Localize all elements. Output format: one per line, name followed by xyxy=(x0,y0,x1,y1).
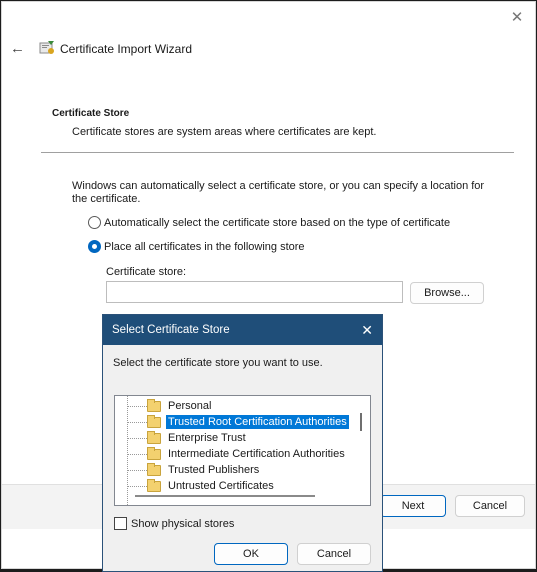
folder-icon xyxy=(147,462,161,476)
tree-item[interactable]: Intermediate Certification Authorities xyxy=(115,446,347,462)
tree-item[interactable]: Untrusted Certificates xyxy=(115,478,276,494)
dialog-cancel-button[interactable]: Cancel xyxy=(297,543,371,565)
dialog-close-icon[interactable]: ✕ xyxy=(361,315,373,345)
vertical-scrollbar-thumb[interactable] xyxy=(360,413,362,431)
divider xyxy=(41,152,514,153)
cancel-button[interactable]: Cancel xyxy=(455,495,525,517)
dialog-titlebar: Select Certificate Store ✕ xyxy=(103,315,382,345)
close-icon[interactable]: ✕ xyxy=(509,10,525,26)
section-title: Certificate Store xyxy=(52,108,130,119)
folder-icon xyxy=(147,414,161,428)
tree-item[interactable]: Trusted Publishers xyxy=(115,462,261,478)
show-physical-label[interactable]: Show physical stores xyxy=(131,518,234,530)
folder-icon xyxy=(147,398,161,412)
radio-auto-label[interactable]: Automatically select the certificate sto… xyxy=(104,217,450,229)
tree-item-label[interactable]: Personal xyxy=(166,399,213,413)
dialog-prompt: Select the certificate store you want to… xyxy=(113,357,323,369)
tree-item[interactable]: Personal xyxy=(115,398,213,414)
radio-manual-label[interactable]: Place all certificates in the following … xyxy=(104,241,305,253)
store-tree[interactable]: Personal Trusted Root Certification Auth… xyxy=(114,395,371,506)
browse-button[interactable]: Browse... xyxy=(410,282,484,304)
folder-icon xyxy=(147,430,161,444)
next-button[interactable]: Next xyxy=(380,495,446,517)
section-description: Certificate stores are system areas wher… xyxy=(72,126,377,138)
tree-item[interactable]: Enterprise Trust xyxy=(115,430,248,446)
show-physical-stores[interactable]: Show physical stores xyxy=(114,517,234,530)
tree-item-label[interactable]: Trusted Root Certification Authorities xyxy=(166,415,349,429)
tree-item-label[interactable]: Intermediate Certification Authorities xyxy=(166,447,347,461)
folder-icon xyxy=(147,446,161,460)
certificate-icon xyxy=(39,41,54,54)
radio-place-in-store[interactable]: Place all certificates in the following … xyxy=(88,240,305,253)
back-arrow-icon[interactable]: ← xyxy=(10,40,25,57)
ok-button[interactable]: OK xyxy=(214,543,288,565)
show-physical-checkbox[interactable] xyxy=(114,517,127,530)
select-certificate-store-dialog: Select Certificate Store ✕ Select the ce… xyxy=(102,314,383,572)
radio-auto-select[interactable]: Automatically select the certificate sto… xyxy=(88,216,450,229)
certificate-store-label: Certificate store: xyxy=(106,266,187,278)
tree-item-label[interactable]: Trusted Publishers xyxy=(166,463,261,477)
tree-item-selected[interactable]: Trusted Root Certification Authorities xyxy=(115,414,349,430)
radio-manual-button[interactable] xyxy=(88,240,101,253)
intro-text: Windows can automatically select a certi… xyxy=(72,180,485,205)
tree-item-label[interactable]: Enterprise Trust xyxy=(166,431,248,445)
dialog-title: Select Certificate Store xyxy=(112,324,230,336)
folder-icon xyxy=(147,478,161,492)
wizard-title: Certificate Import Wizard xyxy=(60,42,193,56)
certificate-store-field[interactable] xyxy=(106,281,403,303)
tree-item-label[interactable]: Untrusted Certificates xyxy=(166,479,276,493)
radio-auto-button[interactable] xyxy=(88,216,101,229)
horizontal-scrollbar-thumb[interactable] xyxy=(135,495,315,497)
